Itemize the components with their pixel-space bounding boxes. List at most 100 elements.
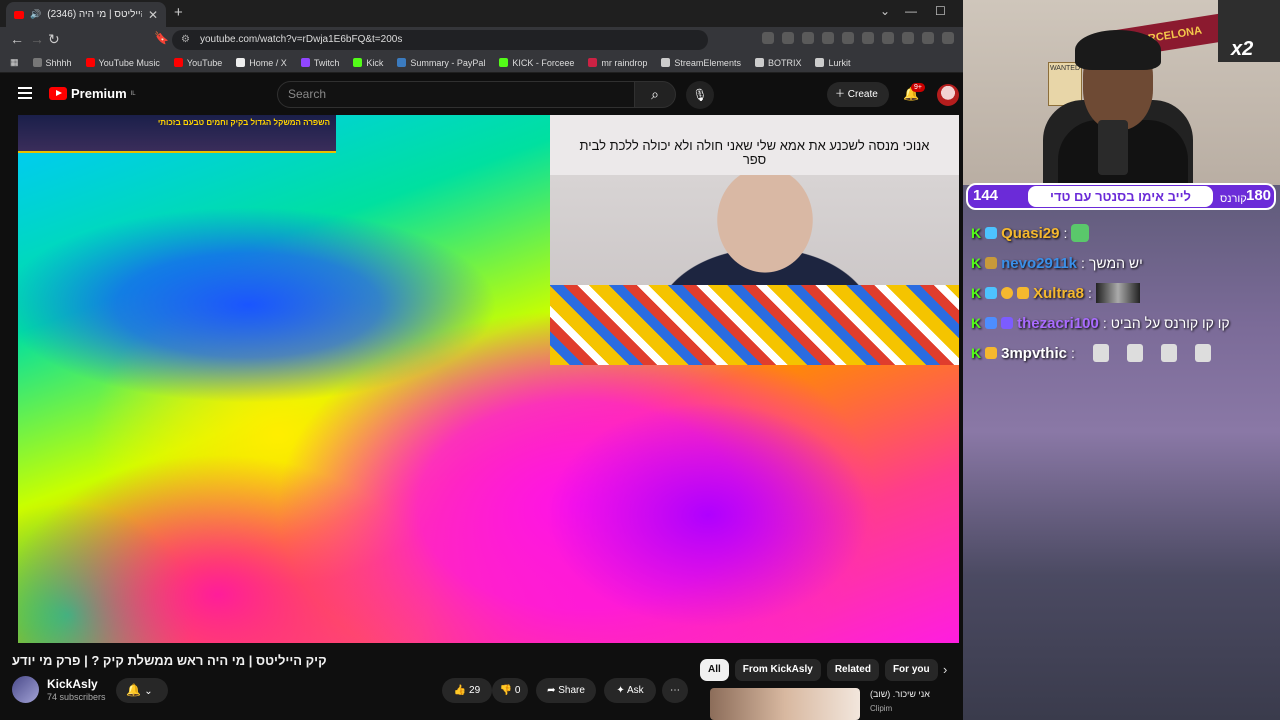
chat-emote [1092,344,1109,362]
url-field[interactable]: ⚙ youtube.com/watch?v=rDwja1E6bFQ&t=200s [172,30,708,50]
bell-icon: 🔔 [126,683,141,697]
dislike-button[interactable]: 👎 0 [492,678,528,703]
ask-label: Ask [626,685,644,696]
related-video-channel: Clipim [870,704,893,713]
search-button[interactable]: ⌕ [634,81,676,108]
chip-related[interactable]: Related [826,659,879,681]
bookmark-item[interactable]: YouTube Music [85,58,160,68]
account-avatar[interactable] [937,84,959,106]
menu-icon[interactable] [18,87,32,99]
kick-badge-icon: K [971,255,982,271]
chip-all[interactable]: All [700,659,729,681]
youtube-logo[interactable]: Premium IL [49,86,136,101]
bookmark-item[interactable]: YouTube [173,58,222,68]
extension-icon[interactable] [782,32,794,44]
forward-button[interactable]: → [30,31,44,47]
goal-target: 180 [1246,187,1272,204]
bookmark-icon[interactable]: 🔖 [154,31,169,45]
close-tab-icon[interactable]: ✕ [148,8,158,22]
vip-badge-icon [1001,317,1014,329]
bookmark-item[interactable]: Shhhh [32,58,72,68]
chat-username: Xultra8 [1033,284,1084,302]
related-video-thumbnail[interactable] [710,688,860,720]
chip-for-you[interactable]: For you [884,659,938,681]
back-button[interactable]: ← [10,31,24,47]
bookmark-item[interactable]: BOTRIX [754,58,801,68]
thumbs-down-icon: 👎 [499,685,513,696]
browser-window: 🔊 קיק הייליטס | מי היה (2346) ✕ + ⌄ — ☐ … [0,0,963,720]
bookmark-item[interactable]: Twitch [300,57,340,68]
stream-chat: K Quasi29 : K nevo2911k : יש המשך K Xult… [971,218,1276,368]
extension-icon[interactable] [762,32,774,44]
bookmark-item[interactable]: StreamElements [661,58,741,68]
apps-icon[interactable]: ▦ [10,57,19,68]
audio-icon[interactable]: 🔊 [30,9,41,20]
extension-icon[interactable] [922,32,934,44]
kick-badge-icon: K [971,225,982,241]
chat-emote [1160,344,1177,362]
bookmark-label: Lurkit [828,57,851,68]
minimize-button[interactable]: — [905,4,917,18]
video-inset-clip: אנוכי מנסה לשכנע את אמא שלי שאני חולה ול… [550,115,959,365]
search-input[interactable]: Search [277,81,635,108]
goal-title: לייב אימו בסנטר עם טדי [1028,186,1213,207]
extension-icon[interactable] [862,32,874,44]
extension-icon[interactable] [942,32,954,44]
extension-icon[interactable] [802,32,814,44]
recommendation-chips: All From KickAsly Related For you [700,659,938,681]
bookmark-item[interactable]: Summary - PayPal [397,58,485,68]
new-tab-button[interactable]: + [174,4,183,21]
reload-button[interactable]: ↻ [48,31,60,48]
chat-emote [1126,344,1143,362]
chat-username: Quasi29 [1001,224,1060,242]
bookmark-favicon-icon [300,58,310,67]
ask-button[interactable]: ✦ Ask [604,678,656,703]
video-player[interactable]: השפרה המשקל הגדול בקיק וחמים טבעם בזכותי… [18,115,959,643]
voice-search-button[interactable]: 🎙 [686,81,714,109]
address-bar-row: ← → ↻ 🔖 ⚙ youtube.com/watch?v=rDwja1E6bF… [0,27,963,53]
bookmark-item[interactable]: Lurkit [815,58,850,68]
sub-badge-icon [985,257,998,269]
site-info-icon[interactable]: ⚙ [181,30,190,50]
youtube-favicon-icon [14,10,24,19]
more-actions-button[interactable]: ⋯ [662,678,688,703]
bookmark-item[interactable]: Home / X [236,58,287,68]
bookmark-item[interactable]: mr raindrop [588,58,647,68]
create-button[interactable]: ＋ Create [827,82,889,107]
chips-next-icon[interactable]: › [943,662,947,677]
url-text: youtube.com/watch?v=rDwja1E6bFQ&t=200s [200,34,403,45]
bookmark-favicon-icon [397,58,407,67]
chat-message: K Xultra8 : [971,278,1276,308]
bookmark-item[interactable]: KICK - Forceee [499,58,574,68]
thumbs-up-icon: 👍 [453,685,467,696]
bookmark-favicon-icon [588,58,598,67]
bookmark-label: Summary - PayPal [410,57,486,68]
channel-avatar[interactable] [12,676,39,703]
bookmark-label: Twitch [313,57,340,68]
channel-name[interactable]: KickAsly [47,677,98,691]
maximize-button[interactable]: ☐ [935,4,946,18]
share-icon: ➦ [547,685,556,696]
subscribed-button[interactable]: 🔔 ⌄ [116,678,168,703]
chat-emote [1095,283,1140,303]
extension-icon[interactable] [842,32,854,44]
chat-separator: : [1063,225,1068,241]
bookmark-item[interactable]: Kick [353,58,383,68]
extension-icon[interactable] [902,32,914,44]
video-thumbnail-overlay: השפרה המשקל הגדול בקיק וחמים טבעם בזכותי [18,115,336,153]
related-video-title[interactable]: אני שיכור. (שוב) [870,689,960,699]
extension-icon[interactable] [822,32,834,44]
kick-badge-icon: K [971,345,982,361]
bookmark-favicon-icon [353,58,363,67]
bookmark-label: StreamElements [674,57,741,68]
share-button[interactable]: ➦ Share [536,678,596,703]
extension-icon[interactable] [882,32,894,44]
subscriber-count: 74 subscribers [47,692,106,702]
tab-search-icon[interactable]: ⌄ [880,4,890,18]
goal-unit: קורנס [1220,193,1247,205]
inset-blanket [550,285,959,365]
like-button[interactable]: 👍 29 [442,678,492,703]
gem-badge-icon [985,287,998,299]
chip-from-channel[interactable]: From KickAsly [734,659,821,681]
tab-youtube[interactable]: 🔊 קיק הייליטס | מי היה (2346) ✕ [6,2,166,27]
